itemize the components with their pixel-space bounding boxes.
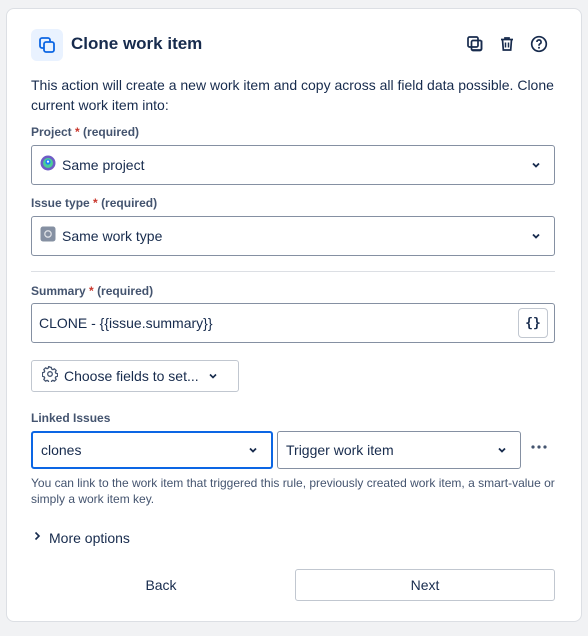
link-target-select[interactable]: Trigger work item xyxy=(277,431,521,469)
required-marker: * xyxy=(93,196,98,210)
required-text: (required) xyxy=(83,125,140,139)
required-marker: * xyxy=(89,284,94,298)
issue-type-select[interactable]: Same work type xyxy=(31,216,555,256)
help-icon[interactable] xyxy=(527,32,551,56)
trash-icon[interactable] xyxy=(495,32,519,56)
linked-issues-hint: You can link to the work item that trigg… xyxy=(31,476,555,506)
work-type-icon xyxy=(40,226,56,247)
project-select[interactable]: Same project xyxy=(31,145,555,185)
required-text: (required) xyxy=(97,284,154,298)
project-avatar-icon xyxy=(40,155,56,176)
issue-type-label: Issue type * (required) xyxy=(31,196,157,210)
more-options-label: More options xyxy=(49,530,130,546)
section-divider xyxy=(31,271,555,272)
link-type-value: clones xyxy=(41,442,82,458)
chevron-down-icon xyxy=(494,442,510,458)
project-select-value: Same project xyxy=(62,157,145,173)
gear-icon xyxy=(41,365,59,387)
more-horizontal-icon[interactable] xyxy=(527,437,551,457)
summary-label-text: Summary xyxy=(31,284,86,298)
link-target-value: Trigger work item xyxy=(286,442,394,458)
page-title: Clone work item xyxy=(71,34,203,53)
clone-icon xyxy=(31,29,63,61)
chevron-down-icon xyxy=(245,442,261,458)
project-label: Project * (required) xyxy=(31,125,139,139)
summary-field-value: CLONE - {{issue.summary}} xyxy=(39,315,213,331)
copy-icon[interactable] xyxy=(463,32,487,56)
more-options-toggle[interactable]: More options xyxy=(31,529,130,547)
required-text: (required) xyxy=(101,196,158,210)
chevron-down-icon xyxy=(205,368,221,384)
summary-label: Summary * (required) xyxy=(31,284,153,298)
back-button[interactable]: Back xyxy=(31,569,291,601)
clone-work-item-panel: Clone work item This action will create … xyxy=(6,8,582,622)
choose-fields-button[interactable]: Choose fields to set... xyxy=(31,360,239,392)
link-type-select[interactable]: clones xyxy=(31,431,273,469)
smart-value-button[interactable]: {} xyxy=(518,308,548,338)
required-marker: * xyxy=(75,125,80,139)
chevron-right-icon xyxy=(31,529,43,547)
next-button[interactable]: Next xyxy=(295,569,555,601)
choose-fields-label: Choose fields to set... xyxy=(64,368,199,384)
action-description: This action will create a new work item … xyxy=(31,77,554,113)
summary-field[interactable]: CLONE - {{issue.summary}} {} xyxy=(31,303,555,343)
linked-issues-label: Linked Issues xyxy=(31,411,111,425)
issue-type-label-text: Issue type xyxy=(31,196,90,210)
chevron-down-icon xyxy=(528,157,544,173)
project-label-text: Project xyxy=(31,125,72,139)
issue-type-select-value: Same work type xyxy=(62,228,163,244)
chevron-down-icon xyxy=(528,228,544,244)
